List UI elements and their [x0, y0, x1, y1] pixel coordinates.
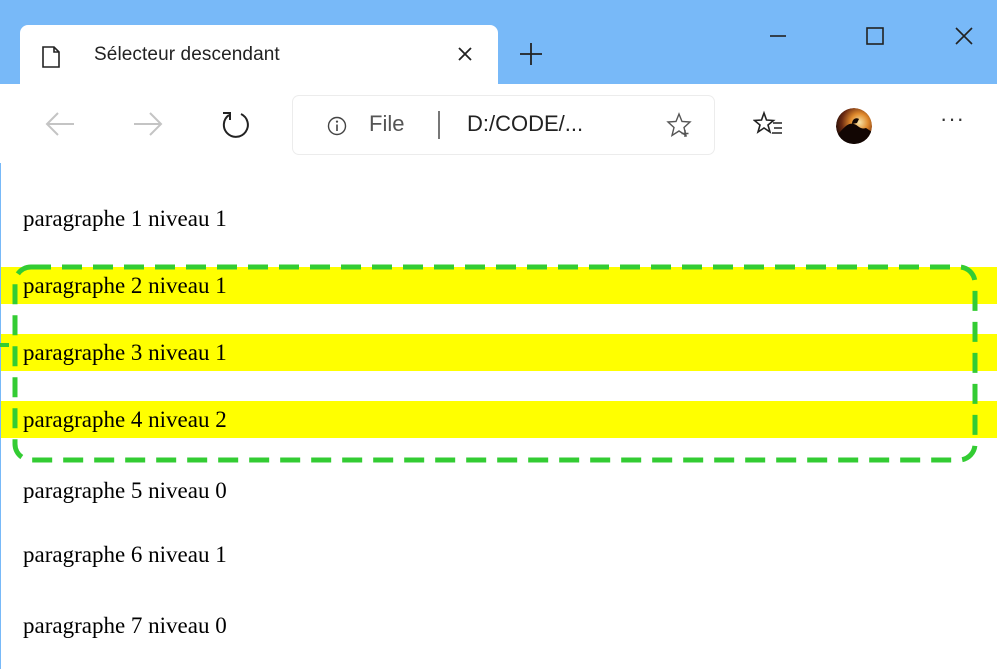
forward-arrow-icon[interactable]: [132, 110, 164, 138]
paragraph-1: paragraphe 1 niveau 1: [1, 200, 997, 237]
paragraph-3: paragraphe 3 niveau 1: [1, 334, 997, 371]
tab-strip: Sélecteur descendant: [0, 0, 997, 88]
address-url[interactable]: D:/CODE/...: [467, 111, 583, 137]
close-icon[interactable]: [452, 41, 478, 67]
paragraph-text: paragraphe 7 niveau 0: [23, 613, 227, 638]
avatar[interactable]: [836, 108, 872, 144]
paragraph-6: paragraphe 6 niveau 1: [1, 536, 997, 573]
paragraph-text: paragraphe 3 niveau 1: [23, 340, 227, 365]
active-tab[interactable]: Sélecteur descendant: [20, 25, 498, 88]
address-scheme-label: File: [369, 111, 405, 136]
paragraph-7: paragraphe 7 niveau 0: [1, 607, 997, 644]
paragraph-text: paragraphe 4 niveau 2: [23, 407, 227, 432]
maximize-icon[interactable]: [857, 18, 893, 54]
paragraph-text: paragraphe 1 niveau 1: [23, 206, 227, 231]
paragraph-5: paragraphe 5 niveau 0: [1, 472, 997, 509]
tab-title: Sélecteur descendant: [94, 44, 280, 65]
paragraph-text: paragraphe 2 niveau 1: [23, 273, 227, 298]
browser-toolbar: File D:/CODE/... ···: [0, 84, 997, 247]
paragraph-text: paragraphe 6 niveau 1: [23, 542, 227, 567]
plus-icon[interactable]: [517, 40, 545, 68]
favorites-icon[interactable]: [753, 110, 783, 140]
minimize-icon[interactable]: [760, 18, 796, 54]
page-content: paragraphe 1 niveau 1 paragraphe 2 nivea…: [0, 163, 997, 669]
info-icon[interactable]: [327, 116, 347, 136]
star-add-icon[interactable]: [666, 112, 692, 138]
address-bar[interactable]: File D:/CODE/...: [293, 96, 714, 154]
paragraph-2: paragraphe 2 niveau 1: [1, 267, 997, 304]
page-icon: [42, 46, 60, 68]
more-icon[interactable]: ···: [940, 106, 972, 136]
paragraph-4: paragraphe 4 niveau 2: [1, 401, 997, 438]
address-separator: [438, 111, 440, 139]
avatar-image: [836, 108, 872, 144]
paragraph-text: paragraphe 5 niveau 0: [23, 478, 227, 503]
close-window-icon[interactable]: [946, 18, 982, 54]
browser-window: Sélecteur descendant File D:/CODE/... ··…: [0, 0, 997, 669]
refresh-icon[interactable]: [219, 108, 251, 140]
back-arrow-icon[interactable]: [44, 110, 76, 138]
